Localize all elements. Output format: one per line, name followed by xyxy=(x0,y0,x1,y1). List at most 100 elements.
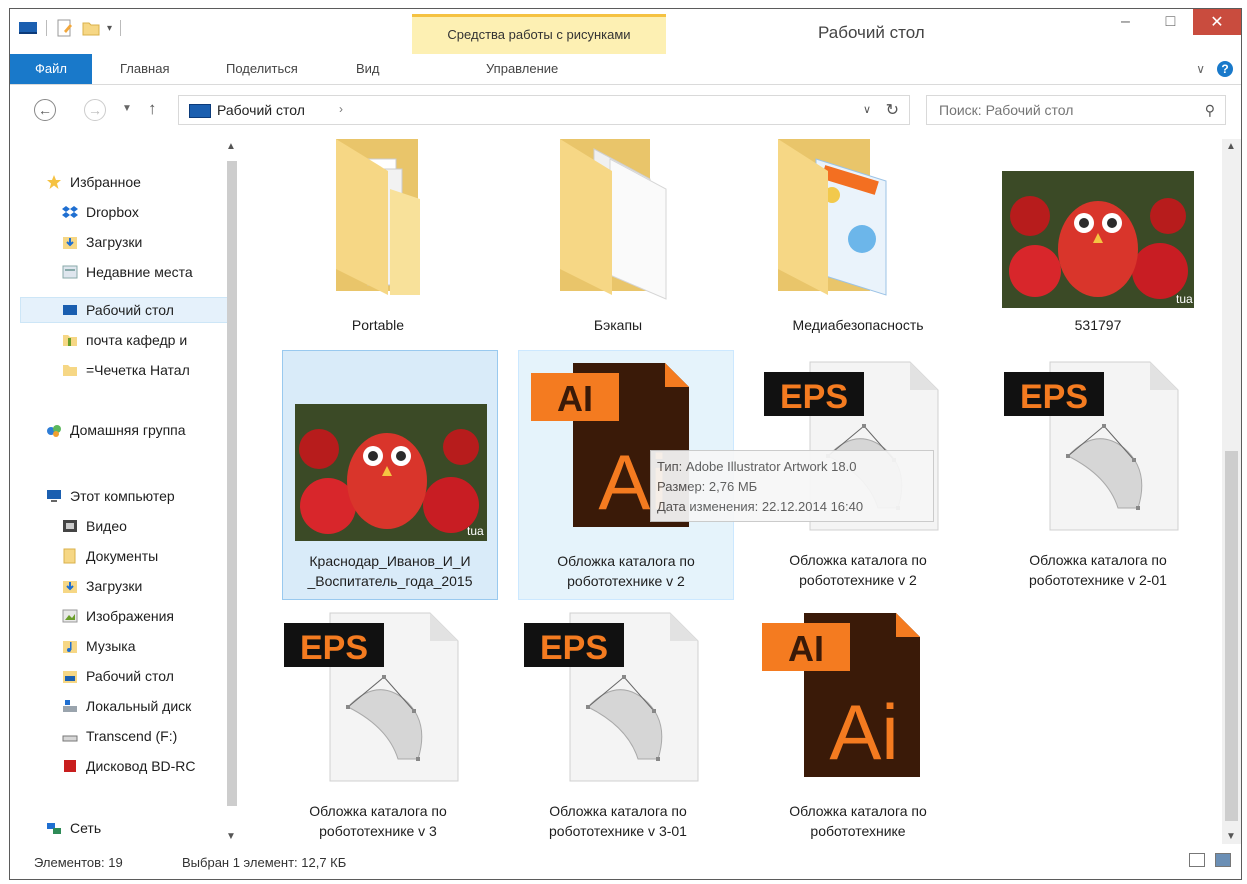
nav-desktop-pc[interactable]: Рабочий стол xyxy=(62,663,174,689)
up-button[interactable]: ↑ xyxy=(148,99,157,119)
nav-bd-drive[interactable]: Дисковод BD-RC xyxy=(62,753,196,779)
nav-mail-folder[interactable]: почта кафедр и xyxy=(62,327,187,353)
nav-chechetka-folder[interactable]: =Чечетка Натал xyxy=(62,357,190,383)
nav-videos[interactable]: Видео xyxy=(62,513,127,539)
folder-icon xyxy=(63,365,77,376)
nav-favorites[interactable]: Избранное xyxy=(46,169,141,195)
nav-label: Дисковод BD-RC xyxy=(86,758,196,774)
photo-thumbnail: tua xyxy=(1002,171,1194,308)
item-count: Элементов: 19 xyxy=(34,855,123,870)
nav-label: Изображения xyxy=(86,608,174,624)
eps-badge-label: EPS xyxy=(300,629,368,667)
content-scrollbar-thumb[interactable] xyxy=(1225,451,1238,821)
expand-ribbon-icon[interactable]: ∨ xyxy=(1196,62,1205,76)
quick-access-toolbar: ▾ xyxy=(18,19,123,37)
context-tab-group-label: Средства работы с рисунками xyxy=(412,14,666,54)
file-item[interactable]: Медиабезопасность xyxy=(750,139,966,349)
optical-drive-icon xyxy=(64,760,76,772)
nav-music[interactable]: Музыка xyxy=(62,633,136,659)
title-bar: ▾ Средства работы с рисунками Рабочий ст… xyxy=(10,9,1241,54)
refresh-icon[interactable]: ↻ xyxy=(886,100,899,120)
nav-label: Документы xyxy=(86,548,159,564)
nav-label: Музыка xyxy=(86,638,136,654)
eps-file-icon: EPS xyxy=(284,612,459,782)
search-icon[interactable]: ⚲ xyxy=(1205,102,1215,119)
file-info-tooltip: Тип: Adobe Illustrator Artwork 18.0 Разм… xyxy=(650,450,934,522)
tab-manage[interactable]: Управление xyxy=(486,54,559,84)
nav-network[interactable]: Сеть xyxy=(46,815,101,841)
eps-badge-label: EPS xyxy=(780,378,848,416)
window-icon[interactable] xyxy=(18,19,38,37)
dropbox-icon xyxy=(62,206,78,218)
nav-downloads-pc[interactable]: Загрузки xyxy=(62,573,142,599)
tab-home[interactable]: Главная xyxy=(120,54,169,84)
nav-documents[interactable]: Документы xyxy=(62,543,158,569)
search-input[interactable] xyxy=(937,101,1191,119)
maximize-button[interactable]: □ xyxy=(1148,9,1193,35)
photo-thumbnail: tua xyxy=(295,404,487,541)
nav-label: Избранное xyxy=(70,174,141,190)
file-item-selected[interactable]: tua Краснодар_Иванов_И_И _Воспитатель_го… xyxy=(282,350,498,600)
file-view: Portable Бэкапы Медиабезопасность tua 53… xyxy=(242,139,1222,844)
large-icons-view-icon[interactable] xyxy=(1215,853,1231,867)
nav-scrollbar-thumb[interactable] xyxy=(227,161,237,806)
homegroup-icon xyxy=(47,425,61,437)
nav-this-pc[interactable]: Этот компьютер xyxy=(46,483,175,509)
address-bar[interactable]: Рабочий стол › ∨ ↻ xyxy=(178,95,910,125)
tooltip-date: Дата изменения: 22.12.2014 16:40 xyxy=(657,499,864,514)
recent-locations-icon[interactable]: ▼ xyxy=(122,103,132,114)
close-button[interactable]: ✕ xyxy=(1193,9,1241,35)
search-box[interactable]: ⚲ xyxy=(926,95,1226,125)
content-scrollbar[interactable]: ▲ ▼ xyxy=(1222,139,1241,844)
nav-pictures[interactable]: Изображения xyxy=(62,603,174,629)
nav-scrollbar[interactable]: ▲ ▼ xyxy=(225,139,239,844)
pictures-folder-icon xyxy=(62,609,78,623)
scroll-down-icon[interactable]: ▼ xyxy=(1226,831,1236,842)
details-view-icon[interactable] xyxy=(1189,853,1205,867)
videos-folder-icon xyxy=(63,520,77,532)
file-item[interactable]: tua 531797 xyxy=(990,139,1206,349)
forward-button[interactable]: → xyxy=(84,99,106,121)
tab-share[interactable]: Поделиться xyxy=(226,54,298,84)
nav-downloads[interactable]: Загрузки xyxy=(62,229,142,255)
minimize-button[interactable]: – xyxy=(1103,9,1148,35)
desktop-icon xyxy=(189,104,211,118)
tooltip-type: Тип: Adobe Illustrator Artwork 18.0 xyxy=(657,459,857,474)
nav-label: Transcend (F:) xyxy=(86,728,178,744)
file-item[interactable]: Бэкапы xyxy=(510,139,726,349)
address-path[interactable]: Рабочий стол xyxy=(217,102,305,118)
help-icon[interactable]: ? xyxy=(1217,61,1233,77)
nav-transcend[interactable]: Transcend (F:) xyxy=(62,723,177,749)
back-button[interactable]: ← xyxy=(34,99,56,121)
address-dropdown-icon[interactable]: ∨ xyxy=(863,103,871,116)
nav-desktop[interactable]: Рабочий стол xyxy=(62,297,174,323)
properties-icon[interactable] xyxy=(55,19,75,37)
scroll-up-icon[interactable]: ▲ xyxy=(1226,141,1236,152)
file-item[interactable]: EPS Обложка каталога по робототехнике v … xyxy=(270,601,486,844)
tab-view[interactable]: Вид xyxy=(356,54,380,84)
customize-qat-icon[interactable]: ▾ xyxy=(107,23,112,34)
downloads-folder-icon xyxy=(63,581,77,593)
file-name: Обложка каталога по робототехнике v 3 xyxy=(309,803,447,839)
window-controls: – □ ✕ xyxy=(1103,9,1241,35)
new-folder-icon[interactable] xyxy=(81,19,101,37)
file-item[interactable]: AI Ai Обложка каталога по робототехнике xyxy=(750,601,966,844)
ai-logo-label: Ai xyxy=(829,688,898,776)
nav-label: =Чечетка Натал xyxy=(86,362,190,378)
file-item[interactable]: EPS Обложка каталога по робототехнике v … xyxy=(510,601,726,844)
scroll-up-icon[interactable]: ▲ xyxy=(226,141,236,152)
nav-recent[interactable]: Недавние места xyxy=(62,259,193,285)
file-item[interactable]: Portable xyxy=(270,139,486,349)
file-name: Portable xyxy=(351,317,405,333)
selection-info: Выбран 1 элемент: 12,7 КБ xyxy=(182,855,347,870)
nav-local-disk[interactable]: Локальный диск xyxy=(62,693,191,719)
breadcrumb-arrow-icon[interactable]: › xyxy=(339,102,343,116)
nav-homegroup[interactable]: Домашняя группа xyxy=(46,417,186,443)
nav-label: Dropbox xyxy=(86,204,139,220)
usb-drive-icon xyxy=(62,735,78,742)
file-item[interactable]: EPS Обложка каталога по робототехнике v … xyxy=(990,350,1206,600)
separator xyxy=(46,20,47,36)
tab-file[interactable]: Файл xyxy=(10,54,92,84)
scroll-down-icon[interactable]: ▼ xyxy=(226,831,236,842)
nav-dropbox[interactable]: Dropbox xyxy=(62,199,139,225)
